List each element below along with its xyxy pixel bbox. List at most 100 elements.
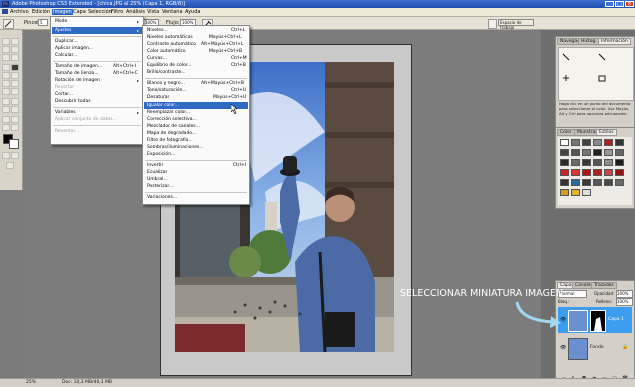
healing-brush-tool-icon[interactable] [2,64,10,71]
style-swatch[interactable] [604,159,613,166]
menu-item-mapa-degradado[interactable]: Mapa de degradado... [147,131,196,136]
menu-item-tamano-imagen[interactable]: Tamaño de imagen... [55,64,102,69]
menu-item-curvas[interactable]: Curvas... [147,56,167,61]
move-tool-icon[interactable] [2,38,10,45]
menu-item-aplicar-imagen[interactable]: Aplicar imagen... [55,46,93,51]
menu-item-desaturar[interactable]: Desaturar [147,95,169,100]
minimize-button[interactable]: _ [605,1,614,7]
menu-seleccion[interactable]: Selección [87,9,113,15]
menu-ventana[interactable]: Ventana [161,9,184,15]
shape-tool-icon[interactable] [11,106,19,113]
style-swatch[interactable] [571,159,580,166]
fill-field[interactable]: 100% [616,298,633,306]
style-swatch[interactable] [582,159,591,166]
app-menu-icon[interactable] [2,9,8,14]
style-swatch[interactable] [604,149,613,156]
style-swatch[interactable] [560,149,569,156]
zoom-level[interactable]: 25% [26,380,36,385]
style-swatch[interactable] [582,169,591,176]
style-swatch[interactable] [560,189,569,196]
menu-item-duplicar[interactable]: Duplicar... [55,39,78,44]
style-swatch[interactable] [571,149,580,156]
menu-item-rotacion[interactable]: Rotación de imagen [55,78,100,83]
style-swatch[interactable] [593,169,602,176]
menu-item-equilibrio[interactable]: Equilibrio de color... [147,63,191,68]
menu-vista[interactable]: Vista [146,9,160,15]
layer-opacity-field[interactable]: 100% [616,290,633,298]
workspace-select[interactable]: Espacio de trabajo [498,19,534,30]
style-swatch[interactable] [560,159,569,166]
style-swatch[interactable] [571,179,580,186]
style-swatch[interactable] [593,149,602,156]
style-swatch[interactable] [593,159,602,166]
menu-item-mezclador[interactable]: Mezclador de canales... [147,124,200,129]
menu-item-aplicar-datos[interactable]: Aplicar conjunto de datos... [55,117,117,122]
menu-ayuda[interactable]: Ayuda [184,9,201,15]
style-swatch[interactable] [604,139,613,146]
style-swatch[interactable] [615,149,624,156]
menu-item-variables[interactable]: Variables [55,110,76,115]
slice-tool-icon[interactable] [11,54,19,61]
menu-filtro[interactable]: Filtro [110,9,124,15]
menu-item-modo[interactable]: Modo [55,19,67,24]
menu-item-calcular[interactable]: Calcular... [55,53,77,58]
menu-item-reventar[interactable]: Reventar... [55,129,79,134]
menu-item-exposicion[interactable]: Exposición... [147,152,175,157]
tab-histograma[interactable]: Histog. [578,38,600,45]
tab-estilos[interactable]: Estilos [596,129,617,136]
clone-stamp-tool-icon[interactable] [2,72,10,79]
menu-analisis[interactable]: Análisis [125,9,146,15]
menu-item-tamano-lienzo[interactable]: Tamaño de lienzo... [55,71,98,76]
menu-capa[interactable]: Capa [72,9,87,15]
eyedropper-tool-icon[interactable] [11,116,19,123]
quick-mask-icon[interactable] [2,152,10,159]
menu-item-ecualizar[interactable]: Ecualizar [147,170,167,175]
style-swatch[interactable] [560,179,569,186]
style-swatch[interactable] [571,189,580,196]
menu-item-ajustes[interactable]: Ajustes [55,28,71,33]
history-brush-tool-icon[interactable] [11,72,19,79]
menu-item-contraste-auto[interactable]: Contraste automático [147,42,196,47]
style-swatch[interactable] [582,139,591,146]
menu-archivo[interactable]: Archivo [9,9,30,15]
marquee-tool-icon[interactable] [11,38,19,45]
style-swatch[interactable] [582,179,591,186]
layer-mask-thumbnail[interactable] [590,310,606,332]
menu-item-niveles-auto[interactable]: Niveles automáticos [147,35,193,40]
style-swatch[interactable] [571,139,580,146]
style-swatch[interactable] [604,169,613,176]
style-swatch[interactable] [593,139,602,146]
menu-item-umbral[interactable]: Umbral... [147,177,168,182]
blur-tool-icon[interactable] [2,88,10,95]
layer-row-fondo[interactable]: 👁 Fondo 🔒 [558,335,632,361]
menu-edicion[interactable]: Edición [31,9,51,15]
background-color-swatch[interactable] [9,139,19,149]
menu-item-recortar[interactable]: Recortar [55,85,74,90]
menu-item-igualar-color[interactable]: Igualar color... [147,103,179,108]
menu-item-invertir[interactable]: Invertir [147,163,163,168]
visibility-eye-icon[interactable]: 👁 [560,345,566,351]
style-swatch[interactable] [582,189,591,196]
menu-item-posterizar[interactable]: Posterizar... [147,184,173,189]
menu-item-brillo[interactable]: Brillo/contraste... [147,70,186,75]
gradient-tool-icon[interactable] [11,80,19,87]
notes-tool-icon[interactable] [2,116,10,123]
layer-image-thumbnail[interactable] [568,310,588,332]
standard-mode-icon[interactable] [11,152,19,159]
brush-size-field[interactable]: 5 [38,19,48,26]
path-selection-tool-icon[interactable] [2,106,10,113]
menu-item-sombras[interactable]: Sombras/iluminaciones... [147,145,204,150]
type-tool-icon[interactable] [11,98,19,105]
style-swatch[interactable] [582,149,591,156]
menu-item-reemplazar-color[interactable]: Reemplazar color... [147,110,190,115]
menu-item-tono-saturacion[interactable]: Tono/saturación... [147,88,187,93]
menu-item-niveles[interactable]: Niveles... [147,28,168,33]
tab-trazados[interactable]: Trazados [591,282,617,289]
style-swatch[interactable] [560,139,569,146]
style-swatch[interactable] [615,169,624,176]
menu-item-correccion-selectiva[interactable]: Corrección selectiva... [147,117,197,122]
menu-item-filtro-fotografia[interactable]: Filtro de fotografía... [147,138,193,143]
menu-item-blanco-negro[interactable]: Blanco y negro... [147,81,185,86]
eraser-tool-icon[interactable] [2,80,10,87]
zoom-tool-icon[interactable] [11,124,19,131]
